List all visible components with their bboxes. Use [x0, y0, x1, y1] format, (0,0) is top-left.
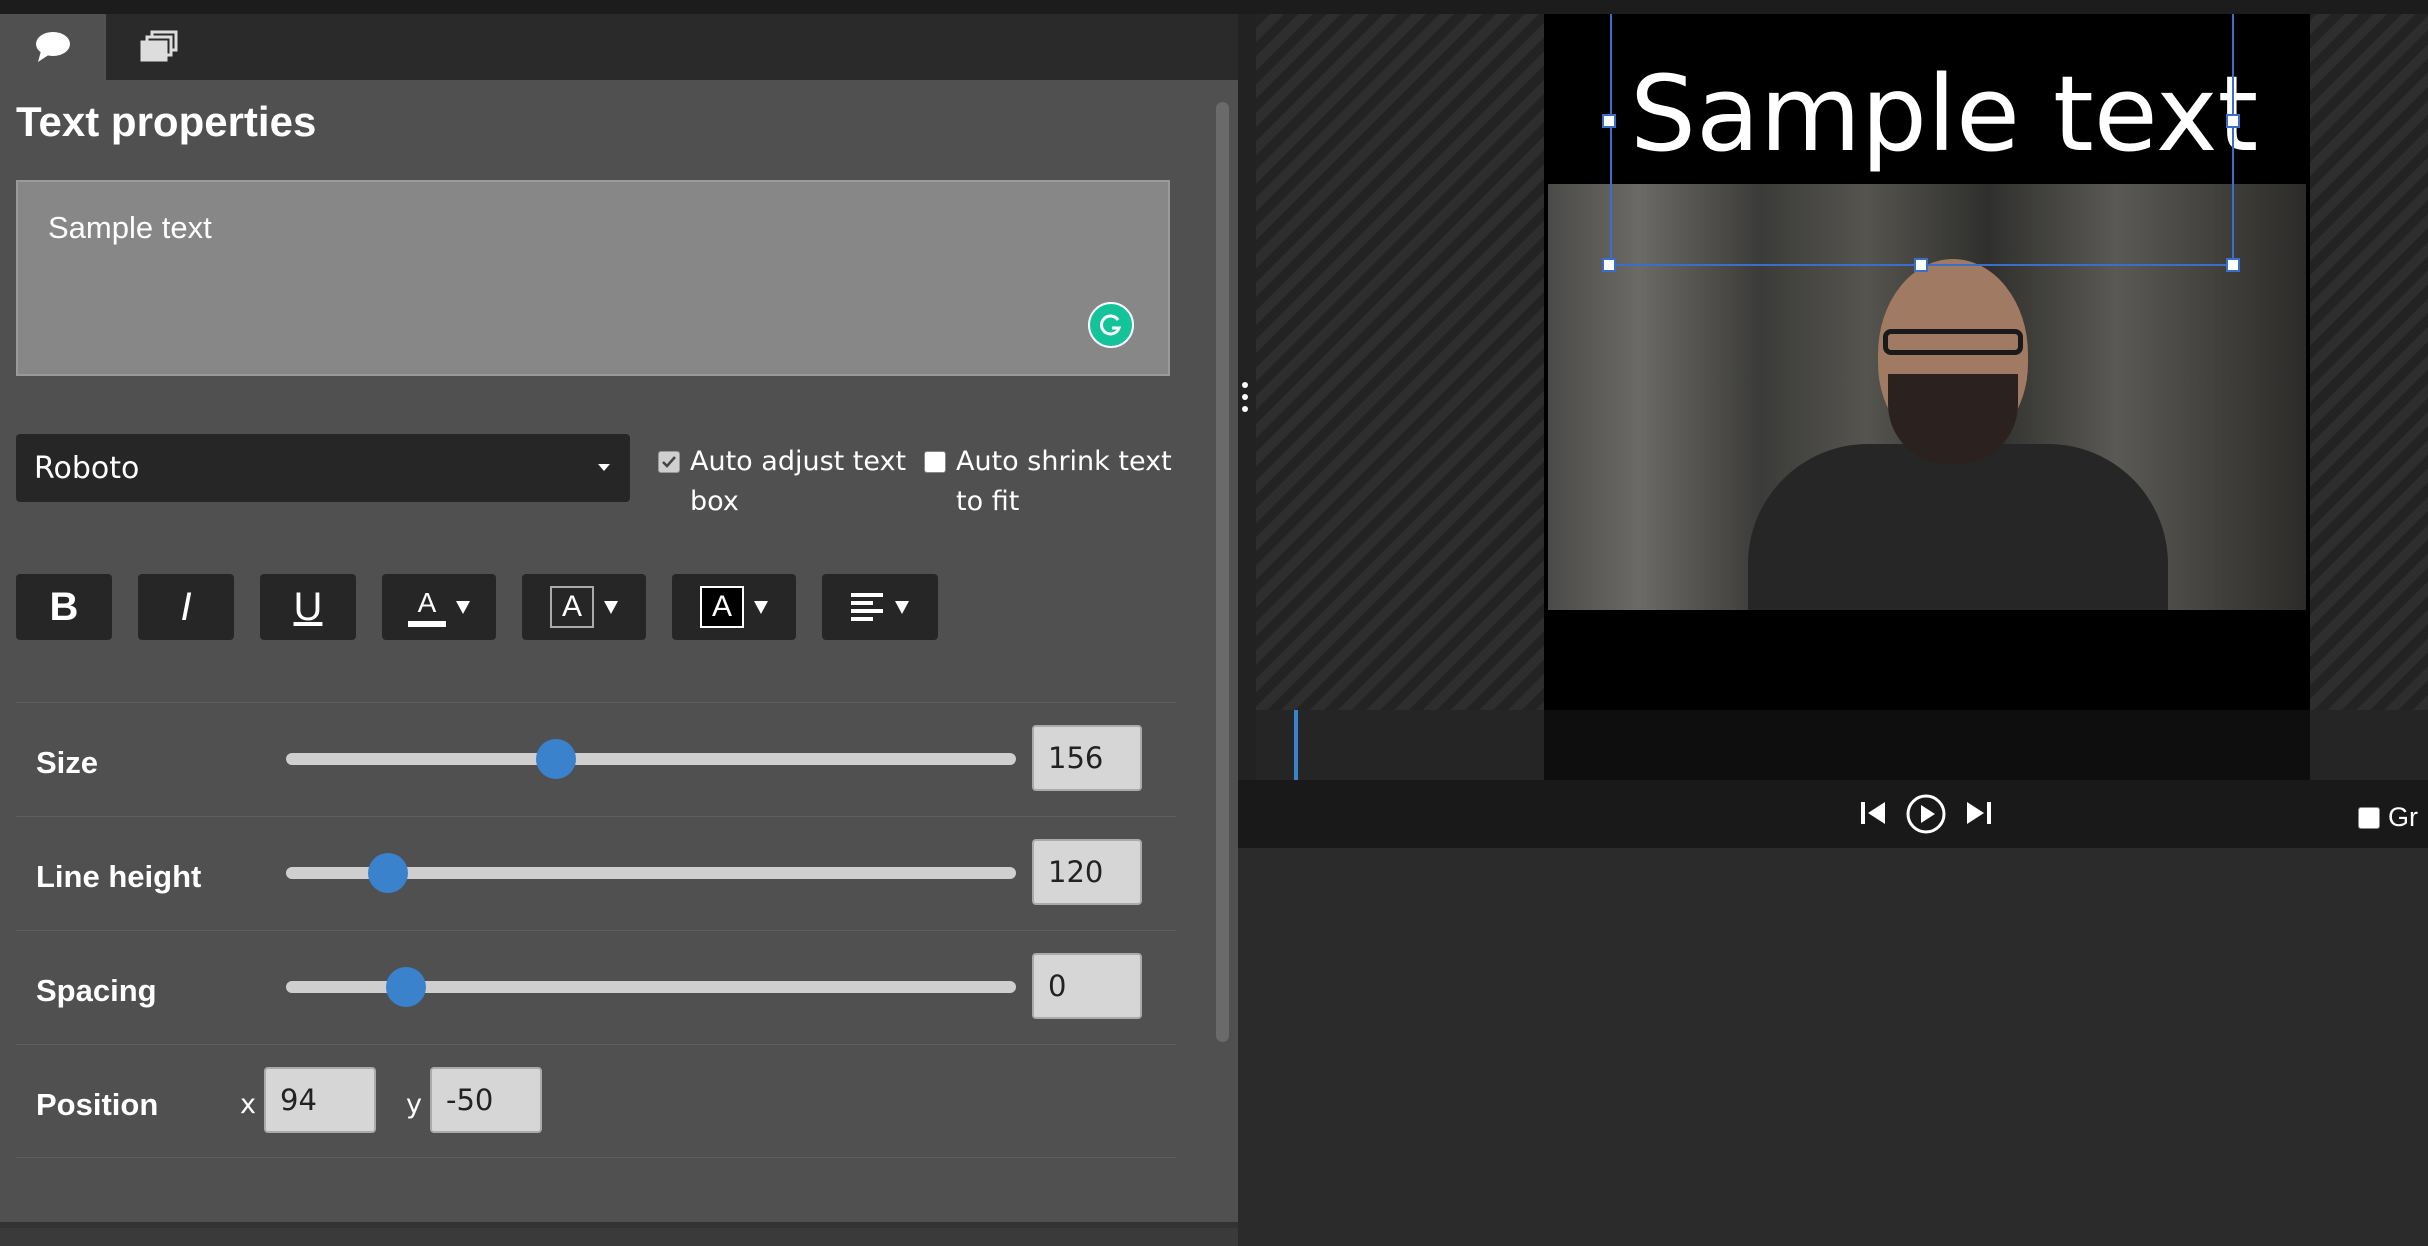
auto-shrink-checkbox[interactable]: Auto shrink text to fit [924, 442, 1172, 522]
underline-button[interactable]: U [260, 574, 356, 640]
font-color-icon: A [408, 587, 446, 627]
resize-handle-right[interactable] [2226, 114, 2240, 128]
play-button[interactable] [1904, 792, 1948, 836]
spacing-value-input[interactable]: 0 [1032, 953, 1142, 1019]
auto-shrink-label-line2: to fit [956, 486, 1020, 517]
auto-adjust-checkbox[interactable]: Auto adjust text box [658, 442, 906, 522]
lower-empty-area [1238, 848, 2428, 1246]
skip-forward-button[interactable] [1964, 798, 1994, 828]
person-body [1748, 444, 2168, 610]
size-label: Size [36, 745, 99, 780]
skip-back-icon [1861, 802, 1885, 824]
timeline[interactable] [1256, 710, 2428, 780]
auto-shrink-label-line1: Auto shrink text [956, 446, 1172, 477]
outline-color-letter: A [561, 590, 582, 623]
spacing-row: Spacing 0 [16, 930, 1176, 1043]
skip-forward-icon [1967, 802, 1991, 824]
position-y-input[interactable]: -50 [430, 1067, 542, 1133]
text-selection-box[interactable] [1610, 14, 2234, 266]
checkbox-unchecked[interactable] [2358, 806, 2380, 829]
person-glasses [1883, 329, 2023, 355]
panel-tabbar [0, 14, 1238, 80]
line-height-row: Line height 120 [16, 816, 1176, 929]
size-row: Size 156 [16, 702, 1176, 815]
background-color-button[interactable]: A [672, 574, 796, 640]
auto-adjust-label-line2: box [690, 486, 739, 517]
auto-adjust-label-line1: Auto adjust text [690, 446, 907, 477]
size-slider-thumb[interactable] [536, 739, 577, 779]
resize-handle-bottom[interactable] [1914, 258, 1928, 272]
position-x-input[interactable]: 94 [264, 1067, 376, 1133]
background-color-letter: A [711, 590, 732, 623]
resize-handle-left[interactable] [1602, 114, 1616, 128]
checkbox-unchecked[interactable] [924, 451, 946, 473]
layers-icon [140, 30, 178, 62]
font-color-letter: A [417, 587, 437, 618]
chevron-down-icon [598, 464, 610, 471]
dropdown-arrow-icon [754, 600, 768, 614]
size-value-input[interactable]: 156 [1032, 725, 1142, 791]
font-select[interactable]: Roboto [16, 434, 630, 502]
dropdown-arrow-icon [456, 600, 470, 614]
checkbox-checked[interactable] [658, 451, 680, 473]
font-color-swatch [408, 621, 446, 627]
drag-handle-icon[interactable] [1242, 382, 1248, 418]
outline-color-button[interactable]: A [522, 574, 646, 640]
line-height-slider-thumb[interactable] [368, 853, 409, 893]
timeline-canvas-range [1544, 710, 2310, 780]
align-button[interactable] [822, 574, 938, 640]
size-slider-track[interactable] [286, 753, 1016, 765]
top-border [0, 0, 2428, 15]
grid-checkbox[interactable]: Gr [2358, 802, 2418, 833]
playhead[interactable] [1294, 710, 1298, 780]
panel-bottom-strip [0, 1228, 1238, 1246]
italic-label: I [180, 584, 192, 629]
tab-layers[interactable] [106, 14, 212, 80]
page-title: Text properties [16, 98, 317, 145]
speech-bubble-icon [36, 32, 70, 62]
text-input[interactable]: Sample text [16, 180, 1170, 376]
bold-label: B [49, 584, 79, 629]
align-left-icon [851, 593, 883, 621]
resize-handle-bottom-right[interactable] [2226, 258, 2240, 272]
bold-button[interactable]: B [16, 574, 112, 640]
line-height-value-input[interactable]: 120 [1032, 839, 1142, 905]
position-x-label: x [240, 1089, 256, 1120]
spacing-label: Spacing [36, 973, 157, 1008]
tab-text[interactable] [0, 14, 106, 80]
panel-scrollbar[interactable] [1216, 102, 1229, 1042]
play-icon [1906, 794, 1946, 834]
position-y-label: y [406, 1089, 422, 1120]
position-row: Position x 94 y -50 [16, 1044, 1176, 1158]
position-label: Position [36, 1087, 159, 1122]
spacing-slider-thumb[interactable] [386, 967, 427, 1007]
italic-button[interactable]: I [138, 574, 234, 640]
underline-label: U [293, 584, 323, 629]
grid-label: Gr [2388, 802, 2418, 832]
resize-handle-bottom-left[interactable] [1602, 258, 1616, 272]
font-color-button[interactable]: A [382, 574, 496, 640]
background-color-icon: A [700, 586, 744, 628]
grammarly-icon[interactable] [1088, 302, 1134, 348]
playback-controls [1238, 780, 2428, 848]
skip-back-button[interactable] [1858, 798, 1888, 828]
outline-color-icon: A [550, 586, 594, 628]
dropdown-arrow-icon [604, 600, 618, 614]
font-select-value: Roboto [34, 450, 140, 486]
line-height-label: Line height [36, 859, 202, 894]
dropdown-arrow-icon [895, 600, 909, 614]
